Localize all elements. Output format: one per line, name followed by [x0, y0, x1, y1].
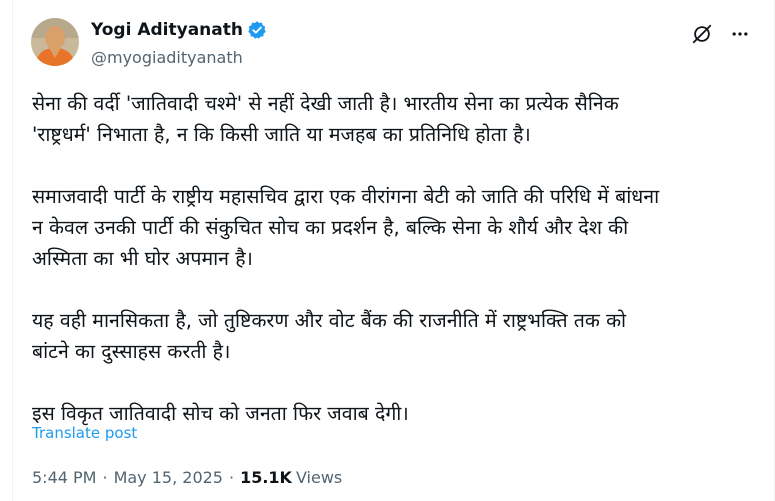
tweet-card: Yogi Adityanath @myogiadityanath सेना की… — [12, 0, 775, 501]
more-icon[interactable] — [728, 22, 752, 46]
avatar[interactable] — [31, 18, 79, 66]
post-paragraph: सेना की वर्दी 'जातिवादी चश्मे' से नहीं द… — [32, 92, 619, 146]
post-meta: 5:44 PM · May 15, 2025 · 15.1K Views — [32, 468, 342, 487]
views-count[interactable]: 15.1K — [240, 468, 292, 487]
author-handle[interactable]: @myogiadityanath — [91, 48, 243, 67]
post-time[interactable]: 5:44 PM — [32, 468, 96, 487]
verified-badge-icon[interactable] — [247, 20, 267, 40]
grok-icon[interactable] — [690, 22, 714, 46]
translate-post-link[interactable]: Translate post — [32, 424, 137, 442]
author-name-row[interactable]: Yogi Adityanath — [91, 20, 267, 40]
author-display-name[interactable]: Yogi Adityanath — [91, 20, 243, 40]
post-date[interactable]: May 15, 2025 — [114, 468, 223, 487]
views-label: Views — [295, 468, 343, 487]
meta-separator: · — [228, 468, 235, 487]
post-paragraph: समाजवादी पार्टी के राष्ट्रीय महासचिव द्व… — [32, 185, 660, 270]
post-text: सेना की वर्दी 'जातिवादी चश्मे' से नहीं द… — [32, 88, 712, 429]
top-actions — [690, 22, 752, 46]
post-paragraph: यह वही मानसिकता है, जो तुष्टिकरण और वोट … — [32, 309, 627, 363]
meta-separator: · — [102, 468, 108, 487]
